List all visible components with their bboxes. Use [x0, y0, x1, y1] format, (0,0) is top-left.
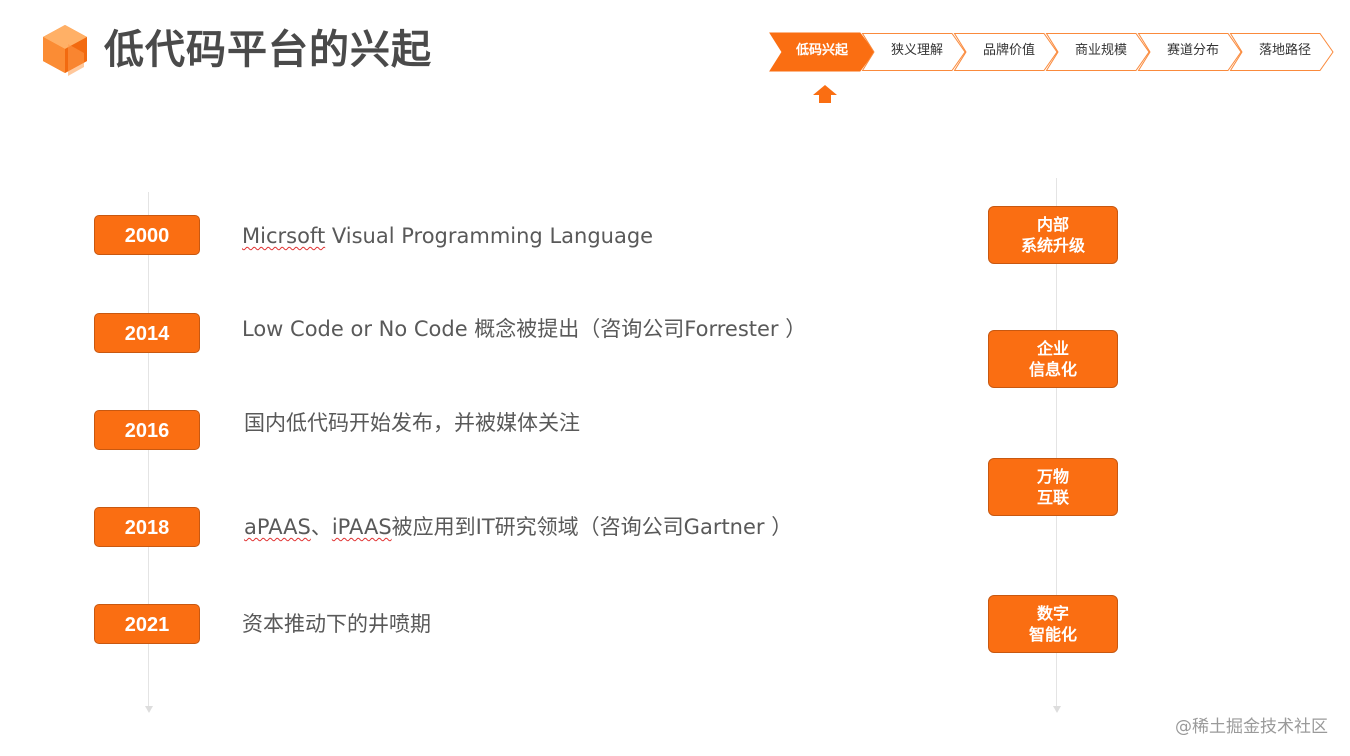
stage-box-enterprise-it: 企业 信息化: [988, 330, 1118, 388]
cube-logo-icon: [43, 25, 87, 76]
event-text-2018: aPAAS、iPAAS被应用到IT研究领域（咨询公司Gartner ）: [244, 512, 792, 542]
stage-line-2: 系统升级: [1020, 236, 1085, 255]
nav-tab-narrow-meaning[interactable]: 狭义理解: [861, 33, 966, 71]
up-arrow-icon: [813, 85, 837, 103]
event-text-2021: 资本推动下的井喷期: [242, 612, 431, 636]
misspelled-word: Micrsoft: [242, 224, 326, 248]
down-arrow-icon: [1053, 706, 1061, 713]
nav-tab-label: 低码兴起: [795, 43, 848, 58]
misspelled-word: aPAAS: [244, 515, 311, 539]
page-title: 低代码平台的兴起: [104, 27, 432, 73]
stage-box-digital-intelligence: 数字 智能化: [988, 595, 1118, 653]
nav-tab-label: 狭义理解: [890, 43, 943, 58]
nav-tab-landing-path[interactable]: 落地路径: [1229, 33, 1334, 71]
nav-tab-label: 品牌价值: [982, 43, 1035, 58]
year-badge-2018: 2018: [94, 507, 200, 547]
event-text-2014: Low Code or No Code 概念被提出（咨询公司Forrester …: [242, 317, 807, 341]
nav-tab-business-scale[interactable]: 商业规模: [1045, 33, 1150, 71]
nav-tab-label: 商业规模: [1074, 43, 1127, 58]
stage-box-iot: 万物 互联: [988, 458, 1118, 516]
event-text-2000: Micrsoft Visual Programming Language: [242, 221, 653, 251]
event-text-rest: 被应用到IT研究领域（咨询公司Gartner ）: [391, 515, 793, 539]
stage-box-internal-upgrade: 内部 系统升级: [988, 206, 1118, 264]
down-arrow-icon: [145, 706, 153, 713]
year-badge-2014: 2014: [94, 313, 200, 353]
stage-line-1: 企业: [1036, 339, 1069, 358]
year-badge-2016: 2016: [94, 410, 200, 450]
stage-line-1: 万物: [1036, 467, 1069, 486]
stage-line-1: 数字: [1036, 604, 1069, 623]
stage-line-2: 互联: [1036, 488, 1069, 507]
misspelled-word: iPAAS: [331, 515, 392, 539]
stage-line-2: 信息化: [1028, 360, 1077, 379]
watermark: @稀土掘金技术社区: [1175, 717, 1328, 737]
chevron-nav: 低码兴起 狭义理解 品牌价值 商业规模 赛道分布 落地路径: [769, 32, 1340, 73]
nav-tab-track-distribution[interactable]: 赛道分布: [1137, 33, 1242, 71]
nav-tab-lowcode-rise[interactable]: 低码兴起: [769, 32, 875, 72]
event-text-2016: 国内低代码开始发布，并被媒体关注: [244, 411, 580, 435]
nav-tab-brand-value[interactable]: 品牌价值: [953, 33, 1058, 71]
nav-tab-label: 赛道分布: [1166, 43, 1219, 58]
stage-line-1: 内部: [1036, 215, 1069, 234]
event-separator: 、: [310, 515, 332, 539]
year-badge-2021: 2021: [94, 604, 200, 644]
stage-line-2: 智能化: [1028, 625, 1077, 644]
nav-tab-label: 落地路径: [1258, 43, 1311, 58]
year-badge-2000: 2000: [94, 215, 200, 255]
event-text-rest: Visual Programming Language: [325, 224, 654, 248]
